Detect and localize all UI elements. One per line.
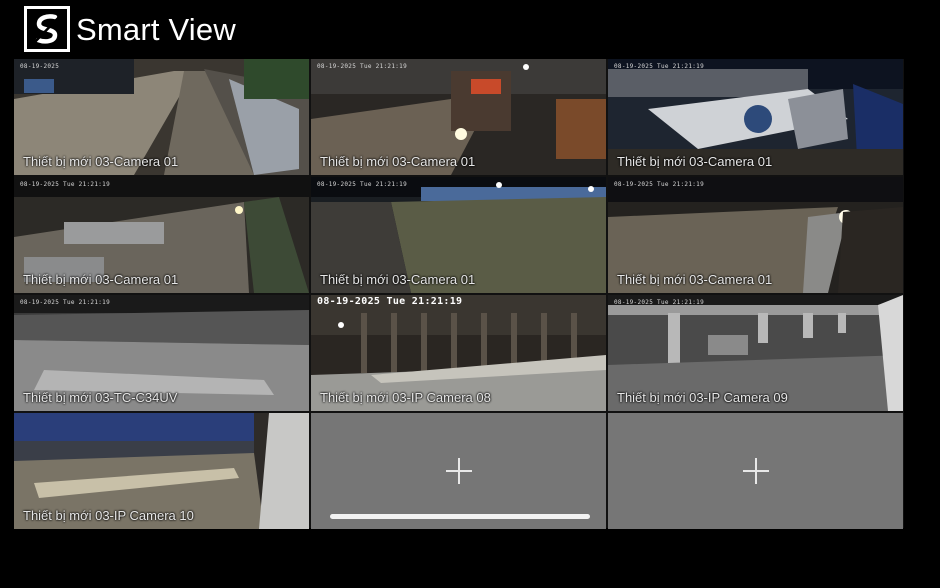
smart-view-logo-icon <box>24 6 70 52</box>
camera-tile[interactable]: 08-19-2025 Tue 21:21:19 Thiết bị mới 03-… <box>608 177 903 293</box>
camera-timestamp: 08-19-2025 Tue 21:21:19 <box>614 63 704 70</box>
camera-tile[interactable]: 08-19-2025 Thiết bị mới 03-Camera 01 <box>14 59 309 175</box>
camera-tile[interactable]: 08-19-2025 Tue 21:21:19 Thiết bị mới 03-… <box>608 295 903 411</box>
camera-timestamp: 08-19-2025 Tue 21:21:19 <box>20 181 110 188</box>
camera-timestamp: 08-19-2025 Tue 21:21:19 <box>614 181 704 188</box>
camera-tile[interactable]: 08-19-2025 Tue 21:21:19 Thiết bị mới 03-… <box>608 59 903 175</box>
camera-grid: 08-19-2025 Thiết bị mới 03-Camera 01 08-… <box>14 59 904 529</box>
camera-timestamp: 08-19-2025 Tue 21:21:19 <box>614 299 704 306</box>
camera-tile[interactable]: 08-19-2025 Tue 21:21:19 Thiết bị mới 03-… <box>14 295 309 411</box>
camera-timestamp: 08-19-2025 Tue 21:21:19 <box>20 299 110 306</box>
camera-timestamp: 08-19-2025 Tue 21:21:19 <box>317 181 407 188</box>
camera-label: Thiết bị mới 03-Camera 01 <box>617 154 773 169</box>
camera-tile[interactable]: 08-19-2025 Tue 21:21:19 Thiết bị mới 03-… <box>311 177 606 293</box>
camera-tile[interactable]: Thiết bị mới 03-IP Camera 10 <box>14 413 309 529</box>
plus-icon[interactable] <box>742 458 769 484</box>
camera-label: Thiết bị mới 03-IP Camera 08 <box>320 390 491 405</box>
empty-camera-slot[interactable] <box>311 413 606 529</box>
camera-label: Thiết bị mới 03-Camera 01 <box>320 272 476 287</box>
camera-timestamp: 08-19-2025 <box>20 63 60 70</box>
camera-label: Thiết bị mới 03-Camera 01 <box>23 272 179 287</box>
camera-label: Thiết bị mới 03-IP Camera 09 <box>617 390 788 405</box>
camera-label: Thiết bị mới 03-Camera 01 <box>617 272 773 287</box>
home-indicator[interactable] <box>330 514 590 519</box>
camera-tile[interactable]: 08-19-2025 Tue 21:21:19 Thiết bị mới 03-… <box>311 295 606 411</box>
app-header: Smart View <box>0 0 940 58</box>
plus-icon[interactable] <box>445 458 472 484</box>
camera-label: Thiết bị mới 03-TC-C34UV <box>23 390 178 405</box>
camera-label: Thiết bị mới 03-IP Camera 10 <box>23 508 194 523</box>
camera-tile[interactable]: 08-19-2025 Tue 21:21:19 Thiết bị mới 03-… <box>14 177 309 293</box>
camera-label: Thiết bị mới 03-Camera 01 <box>320 154 476 169</box>
empty-camera-slot[interactable] <box>608 413 903 529</box>
app-title: Smart View <box>76 12 236 47</box>
camera-tile[interactable]: 08-19-2025 Tue 21:21:19 Thiết bị mới 03-… <box>311 59 606 175</box>
camera-label: Thiết bị mới 03-Camera 01 <box>23 154 179 169</box>
camera-timestamp: 08-19-2025 Tue 21:21:19 <box>317 63 407 70</box>
camera-timestamp: 08-19-2025 Tue 21:21:19 <box>317 296 463 307</box>
